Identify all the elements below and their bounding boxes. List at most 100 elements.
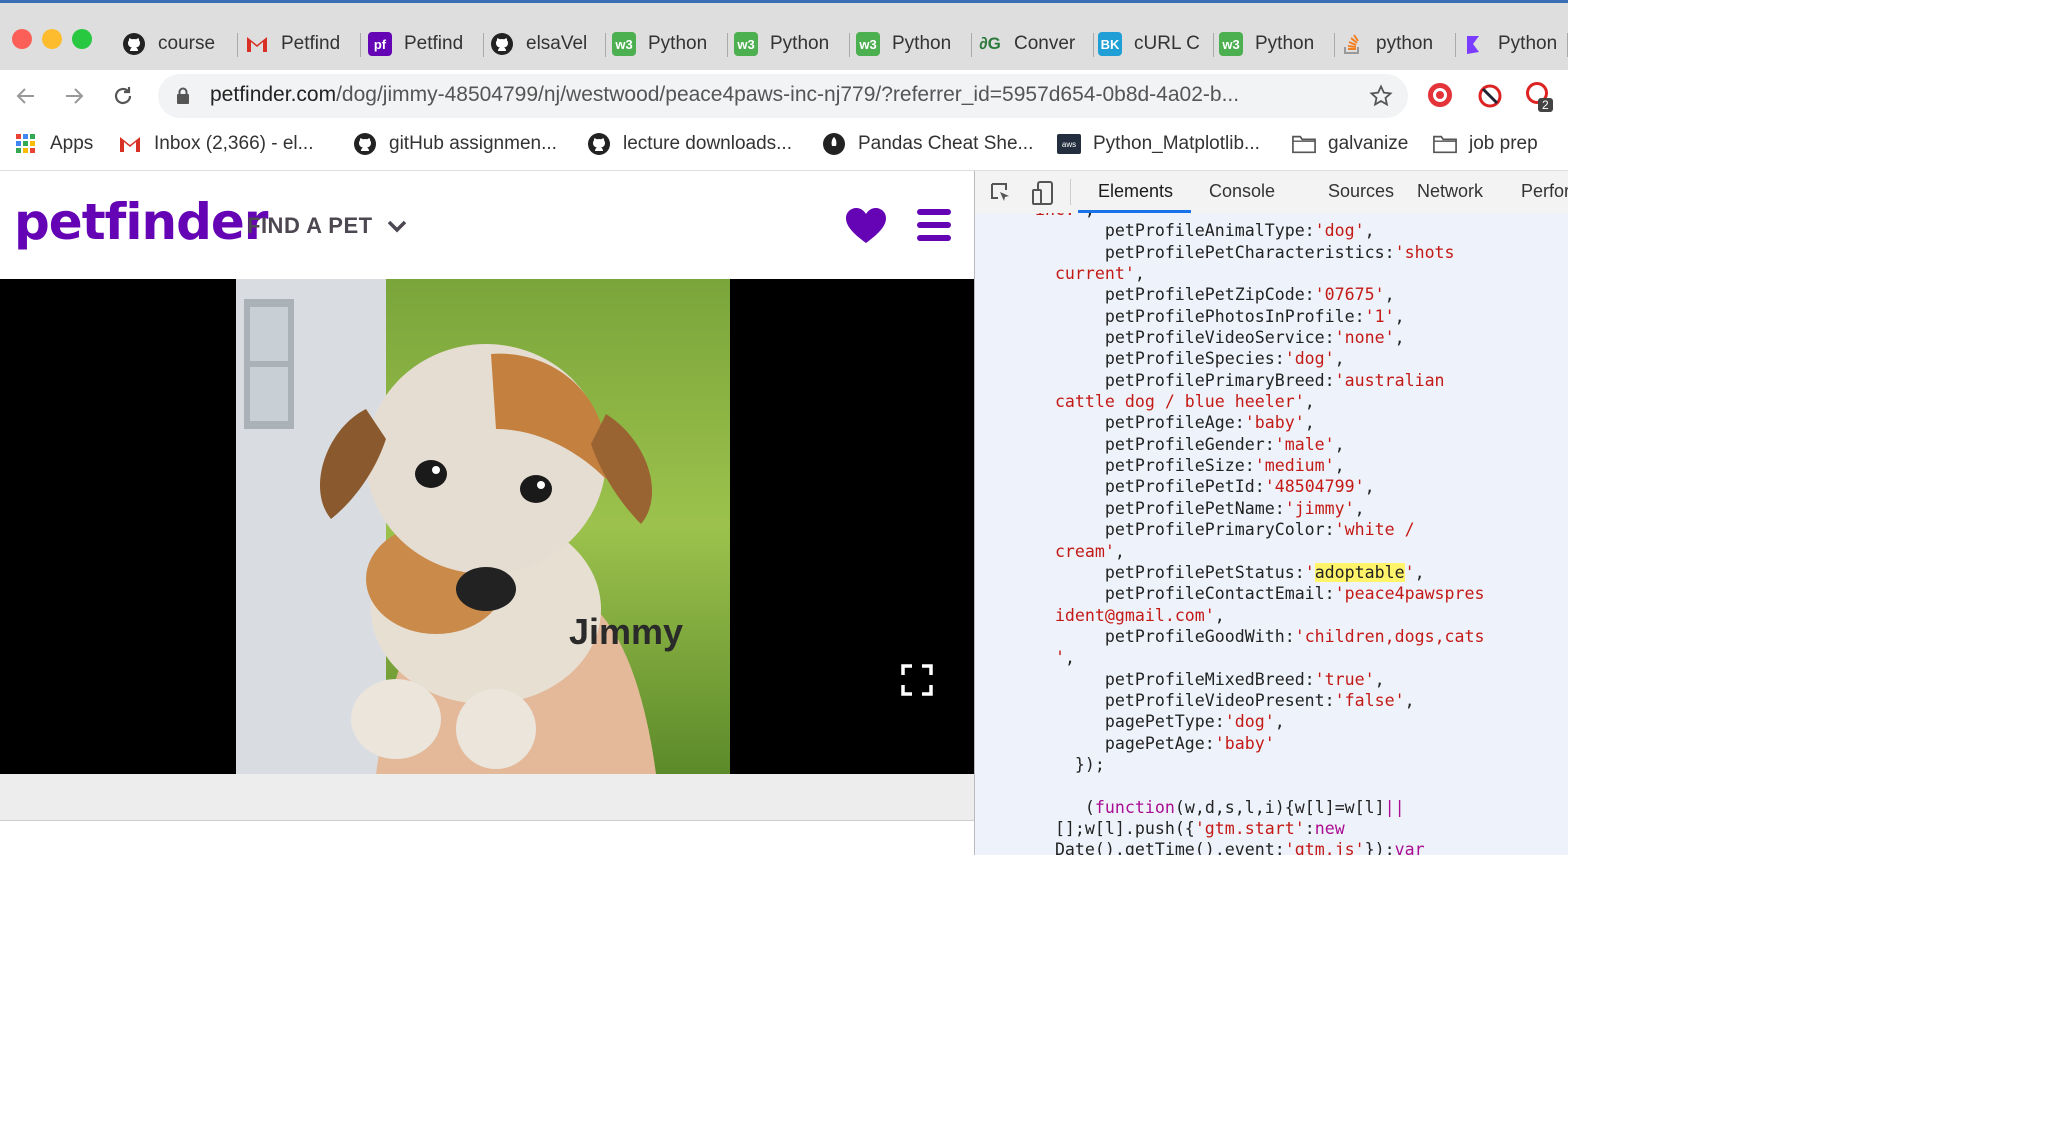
browser-tab[interactable]: elsaVel: [490, 25, 606, 63]
bookmark-item[interactable]: Pandas Cheat She...: [822, 132, 1033, 156]
reload-button[interactable]: [105, 78, 141, 114]
back-button[interactable]: [8, 78, 44, 114]
code-token: ': [1054, 648, 1065, 668]
web-page: petfinder FIND A PET Jimmy: [0, 171, 974, 855]
code-token: ,: [1134, 264, 1145, 284]
browser-tab[interactable]: course: [122, 25, 238, 63]
aws-icon: aws: [1057, 132, 1081, 156]
extension-badge-count: 2: [1538, 98, 1553, 112]
extension-badge-icon[interactable]: 2: [1526, 82, 1553, 114]
code-line: petProfileVideoPresent:'false',: [975, 690, 1568, 711]
bookmark-item[interactable]: aws Python_Matplotlib...: [1057, 132, 1260, 156]
minimize-window-button[interactable]: [42, 29, 62, 49]
code-token: 'gtm.js': [1284, 840, 1365, 855]
elements-source-view[interactable]: inc.', petProfileAnimalType:'dog', petPr…: [975, 213, 1568, 855]
browser-tab[interactable]: w3 Python: [734, 25, 850, 63]
tab-separator: [849, 33, 850, 57]
devtools-tab-perfor[interactable]: Perfor: [1521, 181, 1568, 202]
petfinder-logo[interactable]: petfinder: [14, 193, 268, 251]
code-line: petProfileSize:'medium',: [975, 455, 1568, 476]
toolbar-divider: [1070, 179, 1071, 205]
devtools-tab-elements[interactable]: Elements: [1078, 181, 1192, 213]
code-token: ,: [1334, 434, 1345, 454]
forward-arrow-icon: [66, 88, 84, 104]
code-token: ,: [1404, 690, 1415, 710]
code-token: petProfileContactEmail:: [1104, 584, 1335, 604]
bookmark-item[interactable]: gitHub assignmen...: [353, 132, 557, 156]
code-token: [];w[l].push({: [1054, 818, 1195, 838]
code-token: ,: [1214, 605, 1225, 625]
bookmark-item[interactable]: Apps: [14, 132, 93, 156]
bookmark-item[interactable]: job prep: [1433, 132, 1538, 156]
browser-tab[interactable]: w3 Python: [1219, 25, 1335, 63]
bookmark-item[interactable]: galvanize: [1292, 132, 1408, 156]
browser-toolbar: petfinder.com/dog/jimmy-48504799/nj/west…: [0, 70, 1568, 122]
bookmark-item[interactable]: Inbox (2,366) - el...: [118, 132, 313, 156]
code-token: pagePetType:: [1104, 712, 1225, 732]
code-line: petProfilePrimaryColor:'white /: [975, 519, 1568, 540]
find-a-pet-menu[interactable]: FIND A PET: [247, 213, 407, 239]
chevron-down-icon: [387, 220, 407, 233]
bookmark-label: galvanize: [1328, 133, 1409, 154]
pet-photo-gallery: Jimmy: [0, 279, 974, 774]
address-bar[interactable]: petfinder.com/dog/jimmy-48504799/nj/west…: [158, 74, 1408, 118]
favorites-heart-icon[interactable]: [845, 207, 887, 245]
devtools-tab-bar: Elements Console Sources Network Perfor: [975, 171, 1568, 214]
petfinder-icon: pf: [368, 32, 392, 56]
forward-button[interactable]: [56, 78, 92, 114]
code-token: 'false': [1334, 690, 1405, 710]
code-token: ': [1404, 562, 1415, 582]
code-line: ident@gmail.com',: [975, 605, 1568, 626]
code-token: ,: [1274, 712, 1285, 732]
bookmark-item[interactable]: lecture downloads...: [587, 132, 792, 156]
extension-block-icon[interactable]: [1477, 83, 1503, 109]
browser-tab[interactable]: ∂G Conver: [978, 25, 1094, 63]
w3schools-icon: w3: [1219, 32, 1243, 56]
browser-tab-label: Python: [892, 33, 952, 54]
hamburger-menu-icon[interactable]: [916, 207, 952, 243]
maximize-window-button[interactable]: [72, 29, 92, 49]
url-text: petfinder.com/dog/jimmy-48504799/nj/west…: [210, 83, 1239, 107]
browser-tab[interactable]: Petfind: [245, 25, 361, 63]
bookmark-star-icon[interactable]: [1369, 84, 1393, 108]
code-line: petProfilePrimaryBreed:'australian: [975, 370, 1568, 391]
browser-tab[interactable]: pf Petfind: [368, 25, 484, 63]
tab-separator: [483, 33, 484, 57]
code-token: petProfileSpecies:: [1104, 349, 1285, 369]
browser-tab[interactable]: w3 Python: [612, 25, 728, 63]
tab-separator: [237, 33, 238, 57]
devtools-tab-network[interactable]: Network: [1417, 181, 1483, 202]
tab-separator: [1567, 33, 1568, 57]
code-token: 'none': [1334, 328, 1395, 348]
code-line: inc.',: [975, 213, 1568, 220]
code-token: '48504799': [1264, 477, 1365, 497]
tab-separator: [360, 33, 361, 57]
rocket-icon: [822, 132, 846, 156]
extension-target-icon[interactable]: [1428, 83, 1452, 107]
url-path: /dog/jimmy-48504799/nj/westwood/peace4pa…: [336, 83, 1240, 106]
code-token: 'shots: [1394, 242, 1455, 262]
bookmark-label: Apps: [50, 133, 94, 154]
url-host: petfinder.com: [210, 83, 337, 106]
code-token: 'true': [1314, 669, 1375, 689]
inspect-element-icon[interactable]: [989, 181, 1013, 205]
close-window-button[interactable]: [12, 29, 32, 49]
code-token: ||: [1384, 797, 1405, 817]
device-toolbar-icon[interactable]: [1031, 180, 1055, 206]
browser-tab[interactable]: BK cURL C: [1098, 25, 1214, 63]
browser-tab[interactable]: python: [1340, 25, 1456, 63]
fullscreen-icon[interactable]: [901, 664, 933, 696]
folder-icon: [1433, 132, 1457, 156]
pet-photo[interactable]: Jimmy: [236, 279, 730, 774]
python-docs-icon: [1462, 32, 1486, 56]
code-line: cattle dog / blue heeler',: [975, 391, 1568, 412]
code-token: cattle dog / blue heeler': [1054, 392, 1305, 412]
code-line: petProfileGender:'male',: [975, 434, 1568, 455]
bookmark-label: Pandas Cheat She...: [858, 133, 1034, 154]
browser-tab[interactable]: w3 Python: [856, 25, 972, 63]
devtools-tab-sources[interactable]: Sources: [1328, 181, 1394, 202]
devtools-tab-console[interactable]: Console: [1209, 181, 1275, 202]
browser-tab[interactable]: Python: [1462, 25, 1568, 63]
code-line: petProfilePhotosInProfile:'1',: [975, 306, 1568, 327]
code-token: 'gtm.start': [1194, 818, 1305, 838]
